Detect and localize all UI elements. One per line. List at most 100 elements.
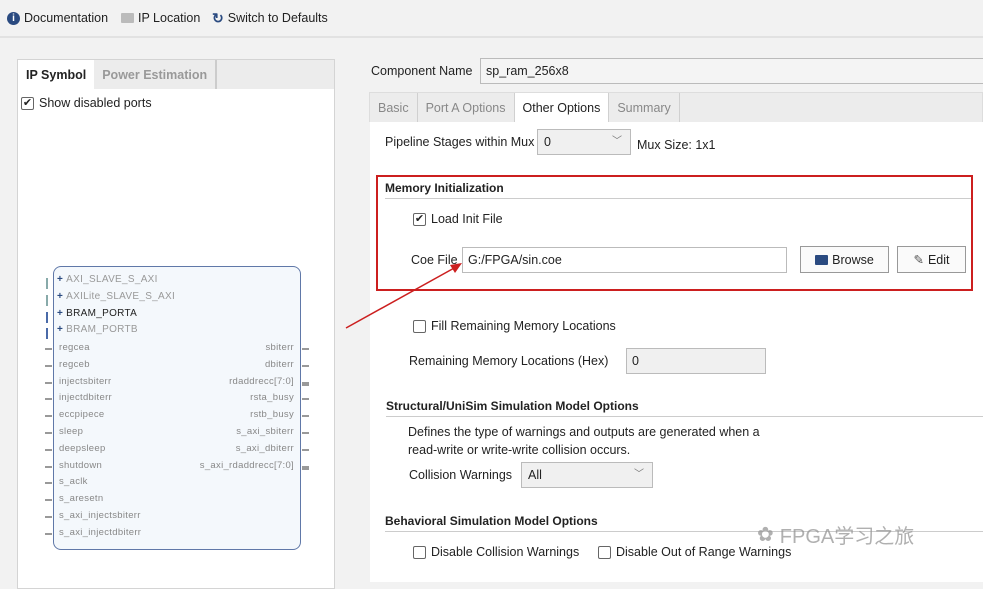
tab-ip-symbol[interactable]: IP Symbol [18, 60, 95, 89]
port-pin [302, 465, 309, 470]
folder-open-icon [815, 254, 829, 265]
port-pin [302, 432, 309, 434]
bus-port-label: BRAM_PORTB [66, 324, 138, 336]
fill-remaining-checkbox[interactable]: Fill Remaining Memory Locations [413, 319, 616, 333]
pipeline-select[interactable]: 0 ﹀ [537, 129, 631, 155]
disable-collision-checkbox[interactable]: Disable Collision Warnings [413, 545, 579, 559]
port-pin [45, 516, 52, 518]
ip-location-label: IP Location [138, 11, 201, 25]
bus-pin [46, 278, 48, 289]
edit-button[interactable]: ✎ Edit [897, 246, 966, 273]
port-pin [302, 364, 309, 367]
output-port: rsta_busy [250, 392, 294, 404]
info-icon: i [7, 11, 20, 25]
structural-desc-1: Defines the type of warnings and outputs… [408, 425, 760, 439]
port-pin [45, 348, 52, 350]
folder-icon [121, 13, 134, 23]
tab-other-options[interactable]: Other Options [514, 93, 610, 122]
edit-icon: ✎ [913, 253, 924, 267]
input-port: s_aclk [59, 476, 88, 488]
input-port: s_axi_injectsbiterr [59, 510, 141, 521]
disable-collision-label: Disable Collision Warnings [431, 545, 580, 559]
bus-port[interactable]: + AXILite_SLAVE_S_AXI [57, 291, 175, 302]
expand-plus-icon[interactable]: + [57, 291, 63, 302]
collision-value: All [528, 468, 542, 482]
pipeline-label: Pipeline Stages within Mux [385, 135, 535, 149]
switch-defaults-label: Switch to Defaults [227, 11, 328, 25]
chevron-down-icon: ﹀ [634, 469, 644, 480]
input-port: shutdown [59, 459, 103, 471]
collision-label: Collision Warnings [409, 468, 513, 482]
documentation-button[interactable]: i Documentation [7, 8, 108, 28]
port-pin [45, 398, 52, 401]
checkbox-unchecked-icon [413, 319, 426, 333]
bus-port[interactable]: + BRAM_PORTA [57, 308, 137, 319]
port-pin [302, 448, 309, 451]
expand-plus-icon[interactable]: + [57, 274, 63, 285]
bus-port[interactable]: + BRAM_PORTB [57, 324, 138, 335]
output-port: dbiterr [264, 358, 294, 370]
edit-label: Edit [927, 252, 950, 267]
browse-button[interactable]: Browse [800, 246, 889, 273]
structural-title: Structural/UniSim Simulation Model Optio… [386, 399, 639, 413]
divider [386, 416, 983, 417]
output-port: sbiterr [265, 342, 294, 353]
output-port: rstb_busy [250, 409, 294, 421]
bus-pin [46, 311, 48, 323]
bus-pin [46, 328, 48, 340]
input-port: sleep [59, 426, 84, 437]
output-port: s_axi_dbiterr [235, 442, 294, 454]
port-pin [302, 398, 309, 401]
load-init-checkbox[interactable]: ✔ Load Init File [413, 212, 503, 226]
remaining-input[interactable]: 0 [626, 348, 766, 374]
checkbox-unchecked-icon [598, 545, 611, 559]
port-pin [45, 532, 52, 535]
checkbox-checked-icon: ✔ [413, 212, 426, 226]
tab-port-a-options[interactable]: Port A Options [418, 93, 515, 122]
output-port: rdaddrecc[7:0] [229, 375, 294, 387]
wechat-icon: ✿ [757, 524, 774, 546]
input-port: s_aresetn [59, 493, 104, 505]
input-port: deepsleep [59, 442, 106, 454]
tab-basic[interactable]: Basic [370, 93, 418, 122]
memory-init-title: Memory Initialization [385, 181, 504, 195]
documentation-label: Documentation [24, 11, 109, 25]
port-pin [45, 381, 52, 384]
input-port: injectdbiterr [59, 392, 113, 404]
tab-summary[interactable]: Summary [609, 93, 680, 122]
fill-remaining-label: Fill Remaining Memory Locations [431, 319, 616, 333]
switch-defaults-button[interactable]: ↻ Switch to Defaults [212, 8, 328, 28]
refresh-icon: ↻ [212, 9, 224, 26]
show-disabled-ports-checkbox[interactable]: ✔ Show disabled ports [18, 90, 334, 116]
port-pin [45, 364, 52, 367]
bus-port-label: BRAM_PORTA [66, 307, 138, 319]
port-pin [45, 482, 52, 485]
pipeline-value: 0 [544, 135, 551, 149]
port-pin [45, 415, 52, 418]
toolbar-divider [0, 36, 983, 38]
collision-select[interactable]: All ﹀ [521, 462, 653, 488]
component-name-label: Component Name [371, 64, 473, 78]
ip-symbol-block: + AXI_SLAVE_S_AXI + AXILite_SLAVE_S_AXI + BRA… [45, 266, 309, 550]
input-port: regceb [59, 358, 90, 370]
coe-file-input[interactable]: G:/FPGA/sin.coe [462, 247, 787, 273]
checkbox-unchecked-icon [413, 545, 426, 559]
input-port: s_axi_injectdbiterr [59, 526, 142, 538]
bus-pin [46, 294, 48, 306]
config-tabs: Basic Port A Options Other Options Summa… [369, 92, 983, 122]
show-disabled-ports-label: Show disabled ports [39, 96, 152, 110]
port-pin [45, 499, 52, 502]
watermark-text: FPGA学习之旅 [779, 526, 915, 548]
structural-desc-2: read-write or write-write collision occu… [408, 443, 631, 457]
load-init-label: Load Init File [431, 212, 503, 226]
bus-port-label: AXI_SLAVE_S_AXI [66, 274, 158, 285]
expand-plus-icon[interactable]: + [57, 324, 63, 335]
divider [385, 198, 971, 199]
ip-location-button[interactable]: IP Location [121, 8, 200, 28]
input-port: regcea [59, 342, 90, 353]
component-name-input[interactable]: sp_ram_256x8 [480, 58, 983, 84]
tab-power-estimation[interactable]: Power Estimation [94, 60, 218, 89]
expand-plus-icon[interactable]: + [57, 308, 63, 319]
bus-port[interactable]: + AXI_SLAVE_S_AXI [57, 274, 158, 285]
browse-label: Browse [832, 252, 874, 267]
